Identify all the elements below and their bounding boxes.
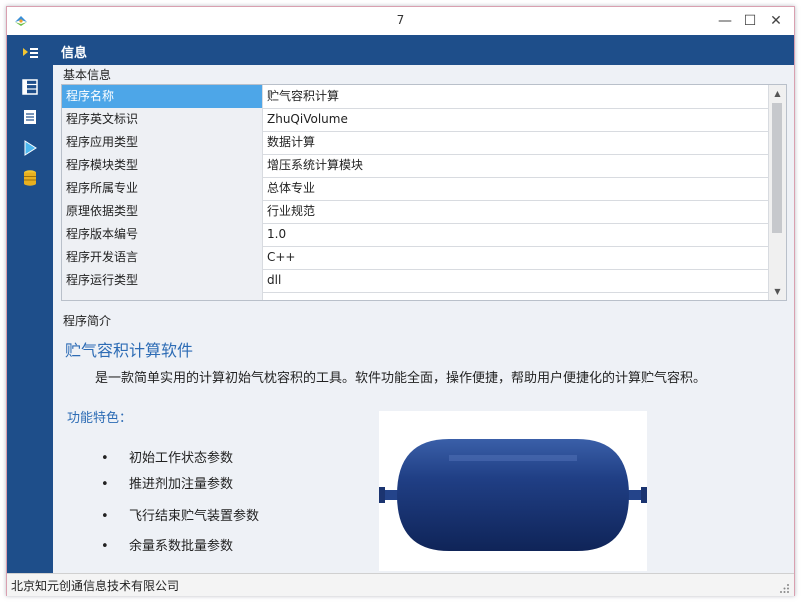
property-value: ZhuQiVolume <box>267 112 348 126</box>
sidebar <box>7 35 53 573</box>
feature-text: 推进剂加注量参数 <box>129 477 234 492</box>
title-bar: 7 — ☐ ✕ <box>7 7 794 35</box>
property-value: 1.0 <box>267 227 287 241</box>
grid-row-partial[interactable] <box>62 292 768 300</box>
panel-title: 信息 <box>61 46 88 61</box>
gas-tank-image <box>379 411 647 571</box>
grid-scrollbar[interactable]: ▲ ▼ <box>768 85 786 300</box>
property-value: C++ <box>267 250 296 264</box>
property-value: 行业规范 <box>267 204 316 218</box>
resize-grip-icon[interactable] <box>780 584 790 594</box>
feature-item: • 初始工作状态参数 <box>101 447 233 466</box>
maximize-button[interactable]: ☐ <box>738 10 762 32</box>
close-button[interactable]: ✕ <box>764 10 788 32</box>
list-view-icon[interactable] <box>20 77 40 97</box>
grid-row[interactable]: 程序应用类型 数据计算 <box>62 131 768 155</box>
bullet: • <box>101 509 109 524</box>
feature-text: 初始工作状态参数 <box>129 451 234 466</box>
property-grid: 程序名称 贮气容积计算 程序英文标识 ZhuQiVolume 程序应用类型 数据… <box>61 84 787 301</box>
property-key: 程序开发语言 <box>62 246 263 269</box>
grid-row[interactable]: 程序所属专业 总体专业 <box>62 177 768 201</box>
property-key: 程序英文标识 <box>62 108 263 131</box>
scroll-up-icon[interactable]: ▲ <box>769 85 786 102</box>
property-key: 原理依据类型 <box>62 200 263 223</box>
property-value: dll <box>267 273 282 287</box>
grid-row[interactable]: 原理依据类型 行业规范 <box>62 200 768 224</box>
feature-text: 飞行结束贮气装置参数 <box>129 509 260 524</box>
bullet: • <box>101 539 109 554</box>
status-bar: 北京知元创通信息技术有限公司 <box>7 573 794 596</box>
property-key: 程序应用类型 <box>62 131 263 154</box>
feature-item: • 推进剂加注量参数 <box>101 473 233 492</box>
bullet: • <box>101 451 109 466</box>
bullet: • <box>101 477 109 492</box>
minimize-button[interactable]: — <box>713 10 737 32</box>
company-name: 北京知元创通信息技术有限公司 <box>11 579 180 593</box>
grid-row[interactable]: 程序开发语言 C++ <box>62 246 768 270</box>
property-key: 程序所属专业 <box>62 177 263 200</box>
features-title: 功能特色： <box>67 411 133 426</box>
property-value: 总体专业 <box>267 181 316 195</box>
document-icon[interactable] <box>20 107 40 127</box>
property-key: 程序运行类型 <box>62 269 263 292</box>
property-value: 增压系统计算模块 <box>267 158 364 172</box>
scroll-thumb[interactable] <box>772 103 782 233</box>
grid-row[interactable]: 程序运行类型 dll <box>62 269 768 293</box>
property-value: 贮气容积计算 <box>267 89 340 103</box>
feature-item: • 飞行结束贮气装置参数 <box>101 505 259 524</box>
database-icon[interactable] <box>20 168 40 188</box>
property-key <box>62 292 263 300</box>
grid-row[interactable]: 程序模块类型 增压系统计算模块 <box>62 154 768 178</box>
property-key: 程序版本编号 <box>62 223 263 246</box>
feature-item: • 余量系数批量参数 <box>101 535 233 554</box>
grid-row[interactable]: 程序版本编号 1.0 <box>62 223 768 247</box>
grid-row[interactable]: 程序英文标识 ZhuQiVolume <box>62 108 768 132</box>
scroll-down-icon[interactable]: ▼ <box>769 283 786 300</box>
expand-menu-icon[interactable] <box>20 43 40 63</box>
run-icon[interactable] <box>20 138 40 158</box>
intro-title: 贮气容积计算软件 <box>65 341 194 360</box>
property-value: 数据计算 <box>267 135 316 149</box>
property-key: 程序名称 <box>62 85 263 108</box>
grid-row[interactable]: 程序名称 贮气容积计算 <box>62 85 768 109</box>
feature-text: 余量系数批量参数 <box>129 539 234 554</box>
panel-header: 信息 <box>53 35 794 65</box>
window-title: 7 <box>396 13 405 27</box>
basic-info-label: 基本信息 <box>63 68 112 82</box>
intro-label: 程序简介 <box>63 314 112 328</box>
intro-description: 是一款简单实用的计算初始气枕容积的工具。软件功能全面，操作便捷，帮助用户便捷化的… <box>95 371 707 386</box>
app-window: 7 — ☐ ✕ 信息 基本信息 程序名称 贮气容积计算 程序英文标识 ZhuQi… <box>6 6 795 596</box>
info-panel: 基本信息 程序名称 贮气容积计算 程序英文标识 ZhuQiVolume 程序应用… <box>53 65 794 573</box>
property-key: 程序模块类型 <box>62 154 263 177</box>
